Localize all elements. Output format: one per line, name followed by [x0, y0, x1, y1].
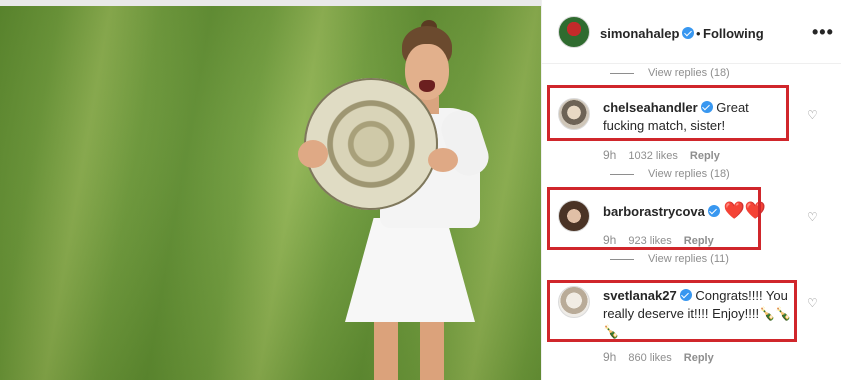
- author-username[interactable]: simonahalep: [600, 26, 679, 41]
- player-hand-left: [298, 140, 328, 168]
- highlight-box-comment-2: [547, 187, 761, 250]
- comment-time[interactable]: 9h: [603, 148, 616, 162]
- comment-likes[interactable]: 860 likes: [628, 352, 671, 364]
- comments-panel: simonahalep • Following ••• View replies…: [541, 0, 841, 380]
- more-options-icon[interactable]: •••: [812, 22, 834, 43]
- like-heart-icon[interactable]: ♡: [807, 296, 818, 310]
- post-header: simonahalep • Following •••: [542, 0, 841, 64]
- author-avatar[interactable]: [558, 16, 590, 48]
- following-button[interactable]: Following: [703, 26, 764, 41]
- replies-line: [610, 72, 634, 74]
- highlight-box-comment-1: [547, 85, 789, 141]
- highlight-box-comment-3: [547, 280, 797, 342]
- reply-button[interactable]: Reply: [690, 150, 720, 162]
- view-replies-toggle[interactable]: View replies (11): [610, 253, 729, 265]
- separator-dot: •: [696, 26, 701, 41]
- post-photo: [0, 0, 541, 380]
- replies-line: [610, 173, 634, 175]
- reply-button[interactable]: Reply: [684, 352, 714, 364]
- comment-time[interactable]: 9h: [603, 350, 616, 364]
- player-hand-right: [428, 148, 458, 172]
- player-mouth: [419, 80, 435, 92]
- view-replies-toggle[interactable]: View replies (18): [610, 67, 730, 79]
- comment-likes[interactable]: 1032 likes: [628, 150, 678, 162]
- view-replies-label[interactable]: View replies (18): [648, 168, 730, 180]
- photo-top-strip: [0, 0, 541, 6]
- view-replies-label[interactable]: View replies (18): [648, 67, 730, 79]
- view-replies-toggle[interactable]: View replies (18): [610, 168, 730, 180]
- player-leg-left: [374, 318, 398, 380]
- author-username-link[interactable]: simonahalep: [600, 26, 695, 41]
- view-replies-label[interactable]: View replies (11): [648, 253, 729, 265]
- like-heart-icon[interactable]: ♡: [807, 210, 818, 224]
- comment-meta: 9h 1032 likes Reply: [603, 148, 732, 162]
- replies-line: [610, 258, 634, 260]
- player-leg-right: [420, 318, 444, 380]
- like-heart-icon[interactable]: ♡: [807, 108, 818, 122]
- comment-meta: 9h 860 likes Reply: [603, 350, 726, 364]
- verified-badge-icon: [682, 27, 695, 39]
